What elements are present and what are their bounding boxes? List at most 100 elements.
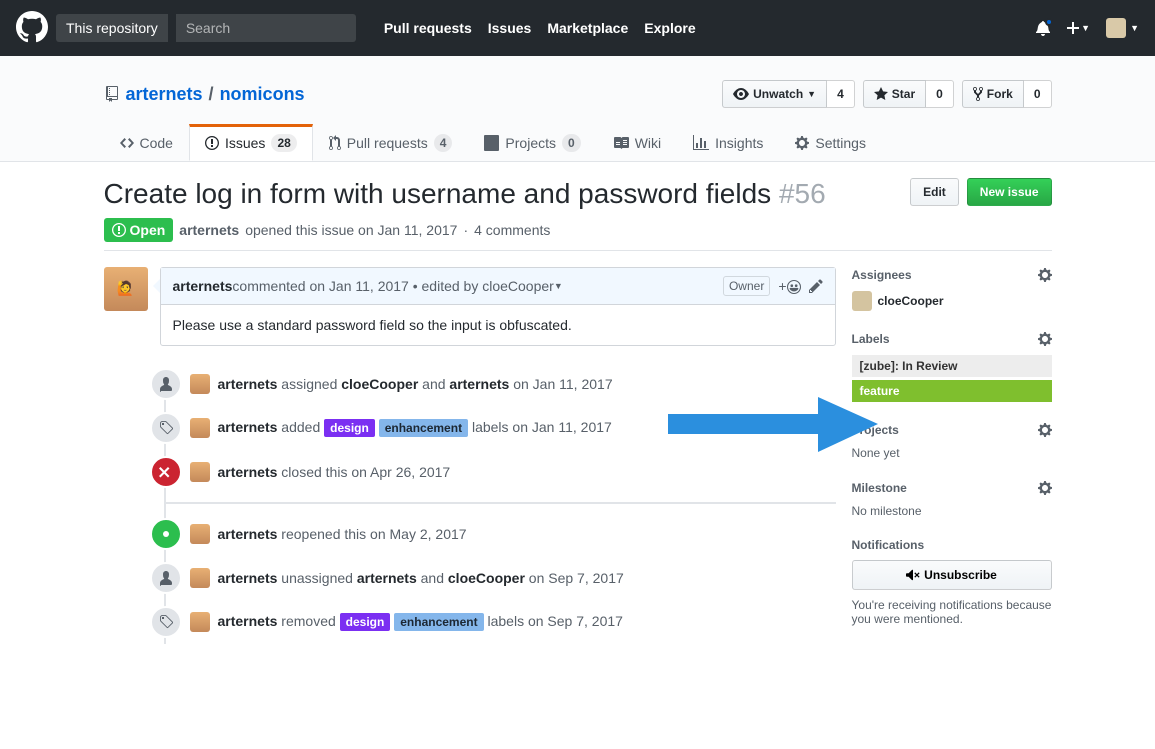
sidebar-title: Labels <box>852 332 890 346</box>
actor-avatar[interactable] <box>190 568 210 588</box>
actor-link[interactable]: arternets <box>218 613 278 629</box>
comment-avatar[interactable]: 🙋 <box>104 267 148 311</box>
timeline-unlabeled: arternets removed design enhancement lab… <box>190 600 836 644</box>
new-issue-button[interactable]: New issue <box>967 178 1052 206</box>
fork-button[interactable]: Fork <box>962 80 1024 108</box>
watch-count[interactable]: 4 <box>827 80 855 108</box>
user-link[interactable]: cloeCooper <box>341 376 418 392</box>
unsubscribe-button[interactable]: Unsubscribe <box>852 560 1052 590</box>
reaction-button[interactable]: + <box>778 278 800 294</box>
comment-author[interactable]: arternets <box>173 278 233 294</box>
timeline: arternets assigned cloeCooper and artern… <box>164 362 836 644</box>
create-dropdown[interactable]: ▼ <box>1067 20 1090 36</box>
search-input[interactable] <box>176 14 356 42</box>
path-separator: / <box>209 84 214 105</box>
timeline-labeled: arternets added design enhancement label… <box>190 406 836 450</box>
actor-avatar[interactable] <box>190 462 210 482</box>
label-design[interactable]: design <box>340 613 391 631</box>
actor-link[interactable]: arternets <box>218 526 278 542</box>
edit-button[interactable]: Edit <box>910 178 959 206</box>
actor-avatar[interactable] <box>190 374 210 394</box>
caret-icon[interactable]: ▼ <box>554 281 563 291</box>
gear-icon[interactable] <box>1038 267 1052 283</box>
sidebar-projects: Projects None yet <box>852 422 1052 460</box>
label-design[interactable]: design <box>324 419 375 437</box>
label-feature[interactable]: feature <box>852 380 1052 402</box>
tab-issues[interactable]: Issues28 <box>189 124 313 161</box>
nav-explore[interactable]: Explore <box>644 20 695 36</box>
actor-avatar[interactable] <box>190 612 210 632</box>
gear-icon[interactable] <box>1038 331 1052 347</box>
user-link[interactable]: arternets <box>449 376 509 392</box>
user-link[interactable]: cloeCooper <box>448 570 525 586</box>
issue-header: Create log in form with username and pas… <box>104 162 1052 251</box>
header-right: ▼ ▼ <box>1035 18 1139 38</box>
unwatch-button[interactable]: Unwatch▼ <box>722 80 827 108</box>
comment-body: Please use a standard password field so … <box>161 305 835 345</box>
timeline-reopened: arternets reopened this on May 2, 2017 <box>190 512 836 556</box>
notification-indicator <box>1045 18 1053 26</box>
sidebar-title: Notifications <box>852 538 925 552</box>
timeline-closed: arternets closed this on Apr 26, 2017 <box>190 450 836 494</box>
issue-title: Create log in form with username and pas… <box>104 178 826 210</box>
star-count[interactable]: 0 <box>926 80 954 108</box>
owner-link[interactable]: arternets <box>126 84 203 105</box>
tab-insights[interactable]: Insights <box>677 124 779 161</box>
tag-icon <box>150 606 182 638</box>
label-zube[interactable]: [zube]: In Review <box>852 355 1052 377</box>
comment-header: arternets commented on Jan 11, 2017 • ed… <box>161 268 835 305</box>
actor-link[interactable]: arternets <box>218 464 278 480</box>
issue-author[interactable]: arternets <box>179 222 239 238</box>
sidebar-title: Projects <box>852 423 899 437</box>
comment-meta: commented on Jan 11, 2017 • edited by cl… <box>232 278 553 294</box>
no-milestone: No milestone <box>852 504 922 518</box>
tab-code[interactable]: Code <box>104 124 189 161</box>
star-button[interactable]: Star <box>863 80 926 108</box>
repo-nav: Code Issues28 Pull requests4 Projects0 W… <box>104 124 1052 161</box>
user-menu[interactable]: ▼ <box>1106 18 1139 38</box>
nav-pulls[interactable]: Pull requests <box>384 20 472 36</box>
gear-icon[interactable] <box>1038 422 1052 438</box>
nav-issues[interactable]: Issues <box>488 20 532 36</box>
github-logo[interactable] <box>16 11 48 46</box>
sidebar-labels: Labels [zube]: In Review feature <box>852 331 1052 402</box>
repo-path: arternets / nomicons <box>104 84 305 105</box>
notifications-note: You're receiving notifications because y… <box>852 598 1052 626</box>
actor-link[interactable]: arternets <box>218 419 278 435</box>
label-enhancement[interactable]: enhancement <box>379 419 468 437</box>
separator: · <box>463 222 468 238</box>
tab-wiki[interactable]: Wiki <box>597 124 677 161</box>
reopened-icon <box>150 518 182 550</box>
assignee-link[interactable]: cloeCooper <box>878 294 944 308</box>
comment-box: arternets commented on Jan 11, 2017 • ed… <box>160 267 836 346</box>
repo-link[interactable]: nomicons <box>220 84 305 105</box>
header-left: This repository Pull requests Issues Mar… <box>16 11 696 46</box>
comment-count: 4 comments <box>474 222 550 238</box>
sidebar: Assignees cloeCooper Labels [zube]: In R… <box>852 267 1052 646</box>
label-enhancement[interactable]: enhancement <box>394 613 483 631</box>
timeline-divider <box>166 502 836 504</box>
assignee-row[interactable]: cloeCooper <box>852 291 1052 311</box>
sidebar-notifications: Notifications Unsubscribe You're receivi… <box>852 538 1052 626</box>
notifications-button[interactable] <box>1035 20 1051 36</box>
actor-link[interactable]: arternets <box>218 376 278 392</box>
user-link[interactable]: arternets <box>357 570 417 586</box>
opened-text: opened this issue on Jan 11, 2017 <box>245 222 457 238</box>
actor-avatar[interactable] <box>190 418 210 438</box>
person-icon <box>150 368 182 400</box>
actor-avatar[interactable] <box>190 524 210 544</box>
gear-icon[interactable] <box>1038 480 1052 496</box>
repo-head-row: arternets / nomicons Unwatch▼ 4 Star 0 F… <box>104 80 1052 108</box>
tab-projects[interactable]: Projects0 <box>468 124 596 161</box>
actor-link[interactable]: arternets <box>218 570 278 586</box>
caret-icon: ▼ <box>1130 23 1139 33</box>
tab-pulls[interactable]: Pull requests4 <box>313 124 469 161</box>
issue-meta: Open arternets opened this issue on Jan … <box>104 218 1052 242</box>
nav-marketplace[interactable]: Marketplace <box>547 20 628 36</box>
top-header: This repository Pull requests Issues Mar… <box>0 0 1155 56</box>
repo-actions: Unwatch▼ 4 Star 0 Fork 0 <box>722 80 1051 108</box>
tab-settings[interactable]: Settings <box>779 124 882 161</box>
search-scope[interactable]: This repository <box>56 14 168 42</box>
edit-comment-button[interactable] <box>809 278 823 294</box>
fork-count[interactable]: 0 <box>1024 80 1052 108</box>
